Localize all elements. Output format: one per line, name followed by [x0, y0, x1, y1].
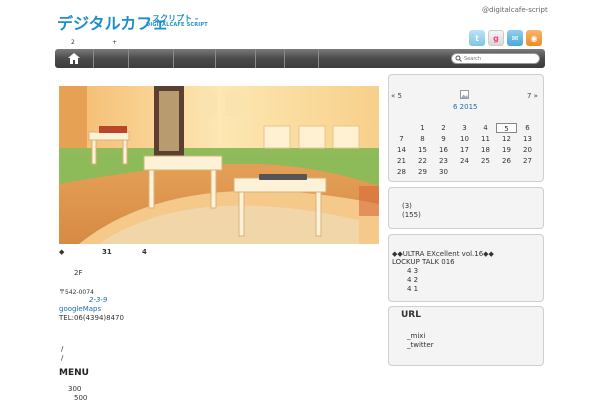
calendar-blank-cell	[391, 123, 412, 133]
twitter-icon[interactable]: t	[469, 30, 485, 46]
calendar-day[interactable]: 2	[433, 123, 454, 133]
calendar-day[interactable]: 8	[412, 134, 433, 144]
archive-item[interactable]: (155)	[402, 211, 421, 219]
calendar-next-link[interactable]: 7 »	[527, 92, 538, 100]
calendar-day[interactable]: 21	[391, 156, 412, 166]
url-widget-heading: URL	[401, 310, 421, 320]
store-floor: 2F	[74, 269, 83, 277]
nav-divider	[173, 49, 174, 68]
store-telephone: TEL:06(4394)8470	[59, 314, 124, 322]
store-note-count: 4	[142, 248, 147, 256]
calendar-day[interactable]: 6	[517, 123, 538, 133]
calendar-day-today[interactable]: 5	[496, 123, 517, 133]
nav-divider	[215, 49, 216, 68]
search-input[interactable]	[464, 55, 534, 62]
calendar-day[interactable]: 7	[391, 134, 412, 144]
search-icon	[455, 55, 462, 62]
calendar-month-label: 6 2015	[453, 103, 478, 111]
calendar-day[interactable]: 10	[454, 134, 475, 144]
nav-divider	[128, 49, 129, 68]
news-subtitle-link[interactable]: LOCKUP TALK 016	[392, 258, 455, 266]
twitter-link[interactable]: _twitter	[407, 341, 434, 349]
calendar-day[interactable]: 24	[454, 156, 475, 166]
nav-divider	[93, 49, 94, 68]
store-note-number: 31	[102, 248, 112, 256]
store-note-marker: ◆	[59, 248, 65, 256]
calendar-day[interactable]: 20	[517, 145, 538, 155]
separator-slash: /	[61, 354, 64, 362]
calendar-day[interactable]: 1	[412, 123, 433, 133]
calendar-day[interactable]: 22	[412, 156, 433, 166]
google-friend-icon[interactable]: g	[488, 30, 504, 46]
calendar-grid: 1 2 3 4 5 6 7 8 9 10 11 12 13 14 15 16 17 18 19 20 21 22 23 24 2…	[391, 123, 541, 177]
calendar-image-icon	[460, 90, 469, 99]
calendar-day[interactable]: 13	[517, 134, 538, 144]
calendar-day[interactable]: 11	[475, 134, 496, 144]
google-maps-link[interactable]: googleMaps	[59, 305, 101, 313]
calendar-day[interactable]: 26	[496, 156, 517, 166]
cafe-interior-photo	[59, 86, 379, 244]
calendar-day[interactable]: 16	[433, 145, 454, 155]
calendar-day[interactable]: 19	[496, 145, 517, 155]
nav-divider	[318, 49, 319, 68]
news-item-link[interactable]: 4 3	[407, 267, 418, 275]
top-link-plus[interactable]: +	[112, 39, 117, 46]
news-item-link[interactable]: 4 1	[407, 285, 418, 293]
home-icon	[68, 53, 80, 64]
calendar-day[interactable]: 17	[454, 145, 475, 155]
menu-price: 300	[68, 385, 82, 393]
calendar-day[interactable]: 29	[412, 167, 433, 177]
site-header: デジタルカフェ - スクリプト - DIGITALCAFE SCRIPT @di…	[0, 0, 600, 50]
calendar-day[interactable]: 14	[391, 145, 412, 155]
calendar-day[interactable]: 25	[475, 156, 496, 166]
home-button[interactable]	[63, 51, 85, 66]
news-title-link[interactable]: ◆◆ULTRA EXcellent vol.16◆◆	[392, 250, 494, 258]
calendar-day[interactable]: 30	[433, 167, 454, 177]
store-postal-code: 〒542-0074	[59, 289, 94, 296]
calendar-day[interactable]: 3	[454, 123, 475, 133]
calendar-day[interactable]: 18	[475, 145, 496, 155]
calendar-prev-link[interactable]: « 5	[391, 92, 402, 100]
calendar-day[interactable]: 15	[412, 145, 433, 155]
rss-icon[interactable]: ◉	[526, 30, 542, 46]
mixi-link[interactable]: _mixi	[407, 332, 425, 340]
calendar-day[interactable]: 12	[496, 134, 517, 144]
separator-slash: /	[61, 345, 64, 353]
site-logo-tagline: DIGITALCAFE SCRIPT	[146, 22, 208, 28]
top-link-number[interactable]: 2	[71, 39, 75, 46]
calendar-day[interactable]: 9	[433, 134, 454, 144]
calendar-day[interactable]: 4	[475, 123, 496, 133]
mail-icon[interactable]: ✉	[507, 30, 523, 46]
calendar-day[interactable]: 28	[391, 167, 412, 177]
calendar-day[interactable]: 27	[517, 156, 538, 166]
search-box[interactable]	[451, 53, 540, 64]
nav-divider	[284, 49, 285, 68]
menu-heading: MENU	[59, 368, 89, 378]
news-item-link[interactable]: 4 2	[407, 276, 418, 284]
twitter-handle-link[interactable]: @digitalcafe-script	[482, 6, 548, 14]
store-address-link[interactable]: 2-3-9	[89, 296, 107, 304]
calendar-day[interactable]: 23	[433, 156, 454, 166]
archive-item[interactable]: (3)	[402, 202, 412, 210]
main-navbar	[55, 49, 545, 68]
nav-divider	[255, 49, 256, 68]
menu-price: 500	[74, 394, 88, 400]
